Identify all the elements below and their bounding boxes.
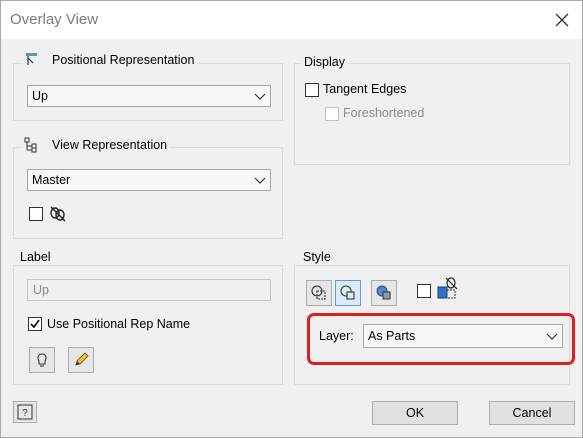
foreshortened-label: Foreshortened [343,106,425,120]
associative-link-icon [50,206,66,222]
close-icon [555,13,569,27]
overlay-view-dialog: Overlay View Positional Representation U… [0,0,583,438]
positional-rep-dropdown[interactable]: Up [27,85,271,107]
label-legend: Label [17,250,54,264]
label-text-value: Up [33,283,49,297]
layer-highlight-box [307,313,575,365]
use-positional-rep-name-checkbox[interactable] [28,317,42,331]
view-rep-value: Master [32,173,71,187]
positional-representation-label: Positional Representation [52,53,195,67]
check-mark-icon [30,319,40,329]
view-rep-dropdown[interactable]: Master [27,169,271,191]
style-from-base-icon [437,277,458,299]
view-rep-icon [24,137,37,153]
edit-label-button[interactable] [29,347,55,373]
use-positional-rep-name-label: Use Positional Rep Name [47,317,191,331]
display-legend: Display [301,55,348,69]
help-icon: ? [17,404,33,420]
label-text-input[interactable]: Up [27,279,271,301]
positional-rep-icon [26,53,37,65]
shaded-icon [376,285,391,300]
cancel-button[interactable]: Cancel [489,401,575,425]
style-hidden-lines-removed-button[interactable] [335,280,361,306]
bulb-icon [37,353,47,367]
svg-text:?: ? [22,408,28,419]
foreshortened-checkbox[interactable] [325,107,339,121]
hidden-lines-removed-icon [340,285,355,300]
style-shaded-button[interactable] [371,280,397,306]
positional-rep-value: Up [32,89,48,103]
tangent-edges-checkbox[interactable] [305,83,319,97]
label-style-button[interactable] [68,347,94,373]
dialog-title: Overlay View [10,11,99,28]
view-representation-legend: View Representation [23,137,171,156]
style-from-base-checkbox[interactable] [417,284,431,298]
chevron-down-icon [254,177,266,184]
pencil-icon [75,352,89,366]
chevron-down-icon [254,93,266,100]
help-button[interactable]: ? [13,401,37,423]
title-bar: Overlay View [1,1,582,39]
view-representation-group [13,147,283,239]
ok-button[interactable]: OK [372,401,458,425]
view-representation-label: View Representation [52,138,168,152]
hidden-lines-icon [311,285,326,300]
positional-representation-legend: Positional Representation [23,53,198,71]
tangent-edges-label: Tangent Edges [323,82,407,96]
close-button[interactable] [549,7,575,33]
style-legend: Style [300,250,334,264]
associative-checkbox[interactable] [29,207,43,221]
style-hidden-lines-button[interactable] [306,280,332,306]
